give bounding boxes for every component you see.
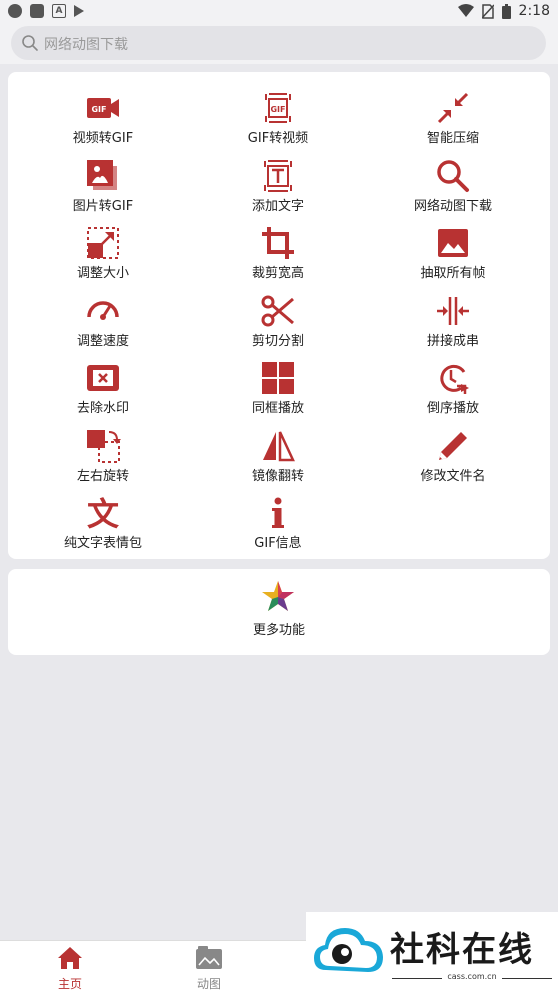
nav-home[interactable]: 主页 bbox=[25, 941, 115, 993]
feature-item[interactable]: 裁剪宽高 bbox=[188, 211, 368, 281]
status-left-icons: A bbox=[8, 4, 84, 18]
nav-home-label: 主页 bbox=[57, 977, 82, 991]
remove-watermark-icon bbox=[87, 365, 119, 391]
watermark-title: 社科在线 bbox=[390, 930, 534, 970]
reverse-play-icon bbox=[440, 364, 469, 394]
add-text-icon bbox=[264, 159, 292, 192]
feature-item[interactable]: GIF信息 bbox=[188, 481, 368, 551]
colorful-star-icon bbox=[262, 581, 294, 611]
feature-item[interactable]: 网络动图下载 bbox=[363, 144, 543, 214]
watermark-rule-right bbox=[502, 978, 552, 979]
svg-text:文: 文 bbox=[87, 495, 119, 531]
search-input[interactable]: 网络动图下载 bbox=[11, 26, 546, 60]
gif-to-video-icon: GIF bbox=[265, 93, 291, 123]
play-store-icon bbox=[74, 5, 84, 17]
wifi-icon bbox=[457, 4, 474, 17]
text-emoji-icon: 文 bbox=[87, 495, 119, 531]
info-icon bbox=[272, 497, 284, 528]
feature-item[interactable]: GIF GIF转视频 bbox=[188, 76, 368, 146]
status-bar: A 2:18 bbox=[0, 0, 558, 24]
feature-item[interactable]: 去除水印 bbox=[13, 346, 193, 416]
search-download-icon bbox=[437, 159, 469, 192]
speedometer-icon bbox=[87, 300, 119, 320]
feature-label: 修改文件名 bbox=[420, 468, 486, 484]
resize-icon bbox=[87, 227, 119, 259]
no-sim-icon bbox=[481, 3, 494, 19]
feature-item[interactable]: 抽取所有帧 bbox=[363, 211, 543, 281]
watermark-rule-left bbox=[392, 978, 442, 979]
battery-icon bbox=[501, 3, 511, 19]
search-placeholder: 网络动图下载 bbox=[44, 37, 128, 53]
join-icon bbox=[437, 296, 469, 325]
mirror-flip-icon bbox=[263, 430, 295, 461]
more-features-label: 更多功能 bbox=[252, 623, 305, 638]
feature-item[interactable]: 文纯文字表情包 bbox=[13, 481, 193, 551]
watermark-logo bbox=[314, 928, 383, 972]
feature-label: 纯文字表情包 bbox=[63, 536, 142, 551]
feature-item[interactable]: 图片转GIF bbox=[13, 144, 193, 214]
search-area: 网络动图下载 bbox=[0, 24, 558, 64]
home-icon bbox=[58, 947, 82, 969]
image-frames-icon bbox=[438, 229, 468, 257]
feature-item[interactable]: 添加文字 bbox=[188, 144, 368, 214]
square-app-icon bbox=[30, 4, 44, 18]
gallery-icon bbox=[196, 946, 222, 969]
feature-item[interactable]: GIF 视频转GIF bbox=[13, 76, 193, 146]
status-right-icons: 2:18 bbox=[457, 3, 550, 19]
feature-item[interactable]: 调整大小 bbox=[13, 211, 193, 281]
scissors-icon bbox=[261, 295, 294, 326]
nav-gallery[interactable]: 动图 bbox=[164, 941, 254, 993]
clock: 2:18 bbox=[518, 3, 550, 19]
feature-item[interactable]: 调整速度 bbox=[13, 279, 193, 349]
feature-item[interactable]: 同框播放 bbox=[188, 346, 368, 416]
feature-item[interactable]: 倒序播放 bbox=[363, 346, 543, 416]
watermark: 社科在线 cass.com.cn bbox=[306, 912, 558, 992]
svg-text:GIF: GIF bbox=[270, 105, 285, 114]
feature-item[interactable]: 拼接成串 bbox=[363, 279, 543, 349]
feature-item[interactable]: 左右旋转 bbox=[13, 414, 193, 484]
feature-item[interactable]: 修改文件名 bbox=[363, 414, 543, 484]
video-to-gif-icon: GIF bbox=[87, 98, 119, 118]
grid-play-icon bbox=[262, 362, 294, 394]
images-to-gif-icon bbox=[87, 159, 117, 190]
rotate-icon bbox=[87, 429, 121, 463]
compress-icon bbox=[437, 92, 469, 124]
crop-icon bbox=[262, 227, 294, 259]
watermark-subtitle: cass.com.cn bbox=[447, 972, 497, 981]
nav-gallery-label: 动图 bbox=[196, 977, 221, 991]
feature-item[interactable]: 智能压缩 bbox=[363, 76, 543, 146]
circle-app-icon bbox=[8, 4, 22, 18]
feature-label: GIF信息 bbox=[254, 536, 302, 551]
feature-item[interactable]: 镜像翻转 bbox=[188, 414, 368, 484]
feature-grid: GIF 视频转GIF GIF GIF转视频 智能压缩图片转GIF 添加文字 网络动图下载调整… bbox=[8, 72, 550, 559]
rename-pencil-icon bbox=[439, 431, 467, 460]
svg-text:GIF: GIF bbox=[91, 105, 106, 114]
search-icon bbox=[22, 35, 38, 51]
more-features-button[interactable]: 更多功能 bbox=[8, 569, 550, 655]
feature-item[interactable]: 剪切分割 bbox=[188, 279, 368, 349]
a-app-icon: A bbox=[52, 4, 66, 18]
feature-card: GIF 视频转GIF GIF GIF转视频 智能压缩图片转GIF 添加文字 网络动图下载调整… bbox=[8, 72, 550, 559]
